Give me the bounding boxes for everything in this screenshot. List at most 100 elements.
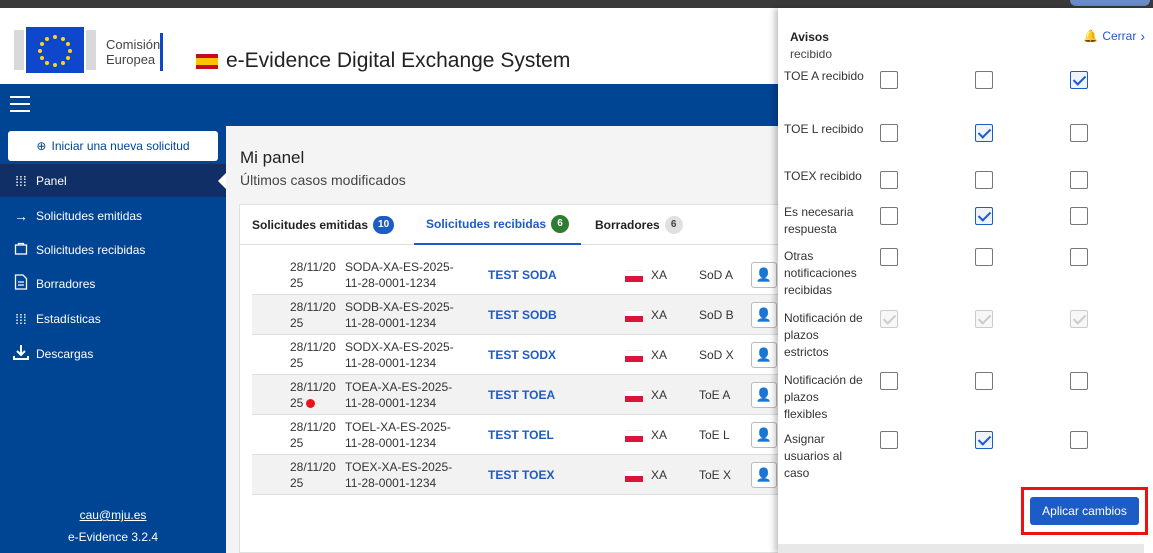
notification-checkbox (975, 310, 993, 328)
logo-divider (160, 33, 163, 71)
notification-checkbox[interactable] (975, 71, 993, 89)
apply-changes-button[interactable]: Aplicar cambios (1030, 497, 1139, 525)
browser-pill (1070, 0, 1150, 6)
sidebar-item-solicitudes-recibidas[interactable]: Solicitudes recibidas (0, 233, 226, 266)
close-panel-button[interactable]: 🔔 Cerrar › (1083, 28, 1145, 44)
table-row[interactable]: 28/11/20 25 TOEA-XA-ES-2025- 11-28-0001-12… (252, 375, 800, 415)
case-code-line2: 11-28-0001-1234 (345, 476, 437, 490)
case-code-line2: 11-28-0001-1234 (345, 316, 437, 330)
notification-checkbox[interactable] (975, 248, 993, 266)
cases-card: Solicitudes emitidas 10 Solicitudes reci… (239, 204, 800, 553)
sidebar-item-solicitudes-emitidas[interactable]: → Solicitudes emitidas (0, 199, 226, 232)
case-code-line1: SODA-XA-ES-2025- (345, 260, 454, 274)
notification-checkbox[interactable] (975, 431, 993, 449)
table-row[interactable]: 28/11/20 25 SODA-XA-ES-2025- 11-28-0001-12… (252, 255, 800, 295)
tab-label: Solicitudes emitidas (252, 218, 369, 232)
notification-checkbox[interactable] (880, 124, 898, 142)
sidebar-item-label: Descargas (36, 346, 94, 361)
notification-checkbox[interactable] (880, 71, 898, 89)
case-name-link[interactable]: TEST SODX (488, 348, 556, 362)
case-code: SODB-XA-ES-2025- 11-28-0001-1234 (345, 299, 475, 331)
spain-flag-icon (196, 53, 218, 69)
case-code: SODA-XA-ES-2025- 11-28-0001-1234 (345, 259, 475, 291)
notification-checkbox[interactable] (975, 372, 993, 390)
notification-checkbox[interactable] (1070, 372, 1088, 390)
notification-checkbox[interactable] (1070, 207, 1088, 225)
country-flag-icon (625, 270, 643, 282)
notification-checkbox[interactable] (975, 171, 993, 189)
case-code: TOEA-XA-ES-2025- 11-28-0001-1234 (345, 379, 475, 411)
notification-setting-label: Asignar usuarios al caso (784, 432, 843, 480)
case-code-line2: 11-28-0001-1234 (345, 396, 437, 410)
tab-solicitudes-recibidas[interactable]: Solicitudes recibidas 6 (414, 205, 582, 245)
assign-user-button[interactable]: 👤 (751, 262, 777, 288)
horizontal-scrollbar[interactable] (778, 544, 1144, 553)
country-code: XA (651, 268, 668, 282)
notification-checkbox[interactable] (1070, 431, 1088, 449)
case-code: SODX-XA-ES-2025- 11-28-0001-1234 (345, 339, 475, 371)
notification-checkbox[interactable] (880, 248, 898, 266)
notification-checkbox[interactable] (880, 431, 898, 449)
new-request-button[interactable]: ⊕ Iniciar una nueva solicitud (8, 131, 218, 161)
case-name-link[interactable]: TEST TOEX (488, 468, 554, 482)
notifications-panel: recibido Avisos 🔔 Cerrar › TOE A recibid… (778, 8, 1153, 553)
notification-checkbox[interactable] (975, 207, 993, 225)
tab-borradores[interactable]: Borradores 6 (595, 205, 683, 245)
notification-setting-label: Notificación de plazos estrictos (784, 311, 863, 359)
count-badge: 10 (373, 216, 395, 234)
european-commission-logo[interactable]: Comisión Europea (14, 27, 163, 81)
notification-checkbox[interactable] (1070, 124, 1088, 142)
country-flag-icon (625, 470, 643, 482)
case-name-link[interactable]: TEST SODA (488, 268, 557, 282)
case-date: 28/11/20 25 (290, 459, 340, 491)
case-date-line1: 28/11/20 (290, 340, 336, 354)
case-name-link[interactable]: TEST SODB (488, 308, 557, 322)
sidebar-footer: cau@mju.es e-Evidence 3.2.4 (0, 508, 226, 544)
assign-user-button[interactable]: 👤 (751, 422, 777, 448)
sidebar-item-panel[interactable]: ⁞⁞⁞ Panel (0, 164, 226, 197)
arrow-right-icon: → (14, 207, 28, 224)
notification-checkbox[interactable] (1070, 71, 1088, 89)
assign-user-button[interactable]: 👤 (751, 462, 777, 488)
case-name-link[interactable]: TEST TOEL (488, 428, 554, 442)
case-code-line1: SODB-XA-ES-2025- (345, 300, 454, 314)
download-icon (12, 344, 30, 363)
notification-checkbox[interactable] (1070, 248, 1088, 266)
country-flag-icon (625, 350, 643, 362)
case-date-line1: 28/11/20 (290, 380, 336, 394)
case-code-line2: 11-28-0001-1234 (345, 436, 437, 450)
plus-circle-icon: ⊕ (36, 139, 47, 153)
notification-checkbox[interactable] (975, 124, 993, 142)
table-row[interactable]: 28/11/20 25 SODX-XA-ES-2025- 11-28-0001-12… (252, 335, 800, 375)
case-date: 28/11/20 25 (290, 419, 340, 451)
notification-checkbox[interactable] (880, 171, 898, 189)
case-date-line1: 28/11/20 (290, 420, 336, 434)
case-code: TOEX-XA-ES-2025- 11-28-0001-1234 (345, 459, 475, 491)
case-name-link[interactable]: TEST TOEA (488, 388, 555, 402)
page-title: Mi panel (240, 148, 305, 167)
table-row[interactable]: 28/11/20 25 SODB-XA-ES-2025- 11-28-0001-12… (252, 295, 800, 335)
sidebar-item-estadisticas[interactable]: ⁞⁞⁞ Estadísticas (0, 302, 226, 335)
support-email-link[interactable]: cau@mju.es (0, 508, 226, 522)
country-code: XA (651, 348, 668, 362)
notification-checkbox[interactable] (880, 372, 898, 390)
sidebar-item-descargas[interactable]: Descargas (0, 337, 226, 370)
cut-off-label: recibido (790, 50, 833, 60)
case-date-line1: 28/11/20 (290, 460, 336, 474)
tab-solicitudes-emitidas[interactable]: Solicitudes emitidas 10 (252, 205, 395, 245)
table-row[interactable]: 28/11/20 25 TOEX-XA-ES-2025- 11-28-0001-12… (252, 455, 800, 495)
hamburger-menu-icon[interactable] (10, 96, 30, 114)
case-code: TOEL-XA-ES-2025- 11-28-0001-1234 (345, 419, 475, 451)
notification-checkbox[interactable] (1070, 171, 1088, 189)
case-code-line1: SODX-XA-ES-2025- (345, 340, 454, 354)
case-date-line2: 25 (290, 316, 304, 330)
table-row[interactable]: 28/11/20 25 TOEL-XA-ES-2025- 11-28-0001-12… (252, 415, 800, 455)
notification-checkbox[interactable] (880, 207, 898, 225)
assign-user-button[interactable]: 👤 (751, 342, 777, 368)
case-type: ToE A (699, 388, 731, 402)
assign-user-button[interactable]: 👤 (751, 382, 777, 408)
add-user-icon: 👤 (755, 427, 773, 442)
assign-user-button[interactable]: 👤 (751, 302, 777, 328)
sidebar-item-borradores[interactable]: Borradores (0, 267, 226, 300)
add-user-icon: 👤 (755, 387, 773, 402)
